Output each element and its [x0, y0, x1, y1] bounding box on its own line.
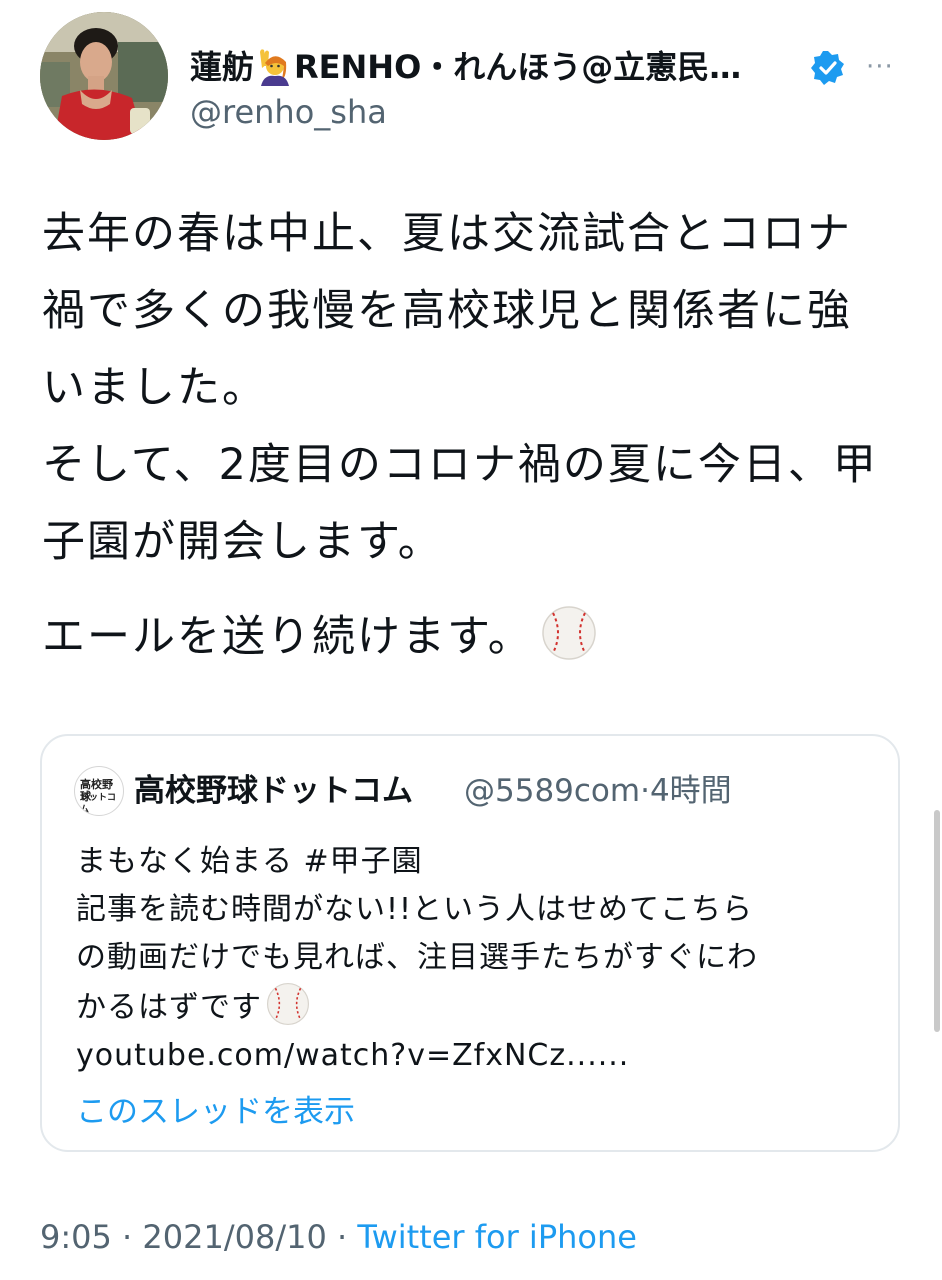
tweet-time[interactable]: 9:05 — [40, 1218, 112, 1256]
quoted-tweet[interactable]: 高校野球 ドットコム 高校野球ドットコム @5589com·4時間 まもなく始ま… — [40, 734, 900, 1152]
quoted-link[interactable]: youtube.com/watch?v=ZfxNCz...... — [76, 1032, 876, 1080]
tweet-paragraph-2: エールを送り続けます。 — [42, 599, 902, 676]
footer-separator: · — [111, 1218, 143, 1256]
quoted-line-4-text: かるはずです — [76, 990, 262, 1025]
author-avatar[interactable] — [40, 12, 168, 140]
quoted-author-avatar[interactable]: 高校野球 ドットコム — [74, 766, 124, 816]
tweet-body: 去年の春は中止、夏は交流試合とコロナ禍で多くの我慢を高校球児と関係者に強いました… — [42, 196, 902, 676]
quoted-avatar-line-2: ドットコム — [80, 793, 117, 815]
quoted-line-2: 記事を読む時間がない!!という人はせめてこちら — [76, 892, 754, 927]
tweet-page: { "author": { "display_name": "蓮舫", "dis… — [0, 0, 942, 1280]
baseball-emoji — [541, 606, 596, 660]
tweet-source[interactable]: Twitter for iPhone — [357, 1218, 637, 1256]
tweet-header: 蓮舫 RENHO・れんほう@立憲民… ··· @renho_sha — [40, 12, 910, 142]
quoted-line-1: まもなく始まる #甲子園 — [76, 844, 423, 879]
author-display-name[interactable]: 蓮舫 RENHO・れんほう@立憲民… — [190, 42, 800, 92]
quoted-time[interactable]: ·4時間 — [640, 773, 732, 809]
display-name-part: 蓮舫 — [190, 48, 255, 86]
quoted-handle[interactable]: @5589com — [464, 773, 640, 809]
tweet-footer: 9:05 · 2021/08/10 · Twitter for iPhone — [40, 1212, 637, 1262]
footer-separator: · — [326, 1218, 358, 1256]
tweet-paragraph-1: 去年の春は中止、夏は交流試合とコロナ禍で多くの我慢を高校球児と関係者に強いました… — [42, 209, 878, 567]
author-name-row: 蓮舫 RENHO・れんほう@立憲民… ··· — [190, 42, 910, 92]
scrollbar[interactable] — [934, 810, 940, 1032]
raising-hand-emoji — [260, 49, 290, 86]
quoted-line-4: かるはずです — [76, 982, 876, 1032]
display-name-rest: RENHO・れんほう@立憲民… — [294, 48, 742, 86]
show-thread-link[interactable]: このスレッドを表示 — [76, 1088, 355, 1136]
quoted-text: まもなく始まる #甲子園 記事を読む時間がない!!という人はせめてこちら の動画… — [76, 838, 876, 1080]
verified-badge-icon — [811, 51, 844, 85]
more-icon[interactable]: ··· — [866, 50, 906, 86]
tweet-date[interactable]: 2021/08/10 — [142, 1218, 326, 1256]
quoted-meta: @5589com·4時間 — [464, 766, 732, 816]
baseball-emoji — [266, 982, 310, 1026]
tweet-paragraph-2-text: エールを送り続けます。 — [42, 612, 533, 662]
author-handle[interactable]: @renho_sha — [190, 90, 387, 134]
quoted-author-name[interactable]: 高校野球ドットコム — [134, 766, 413, 816]
quoted-line-3: の動画だけでも見れば、注目選手たちがすぐにわ — [76, 940, 758, 975]
